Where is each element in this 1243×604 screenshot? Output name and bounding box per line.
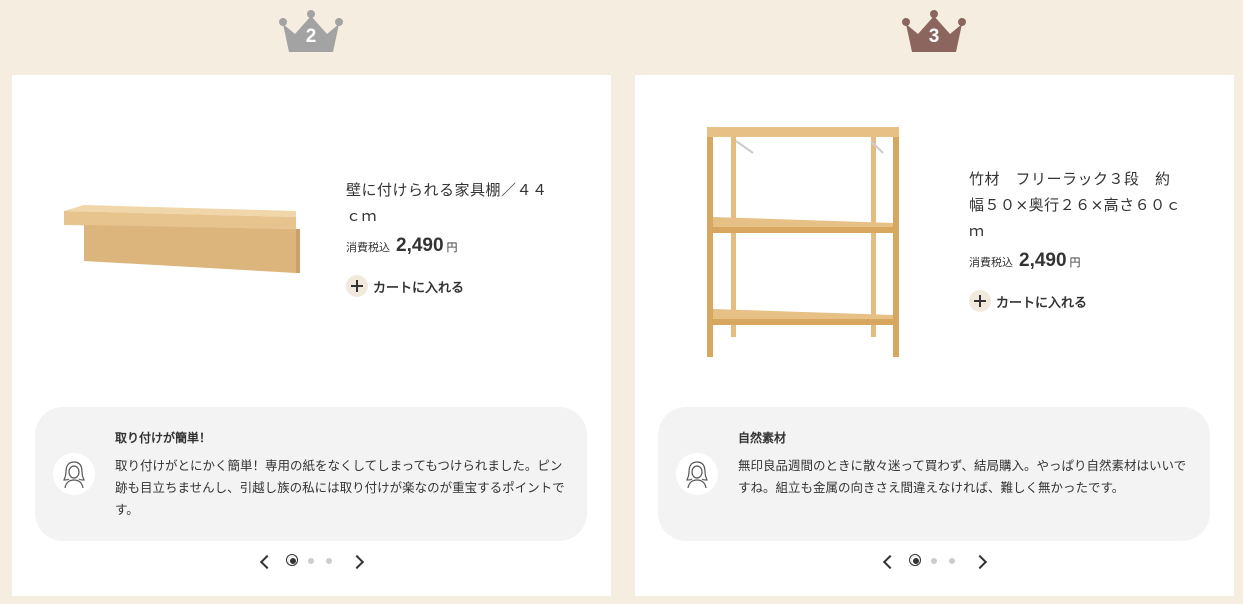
product-info: 竹材 フリーラック３段 約幅５０×奥行２６×高さ６０ｃｍ 消費税込 2,490 … <box>969 166 1184 312</box>
review-box: 取り付けが簡単！ 取り付けがとにかく簡単！専用の紙をなくしてしまってもつけられま… <box>35 407 587 541</box>
pager-dot-2[interactable] <box>931 558 937 564</box>
price: 2,490 <box>396 235 444 256</box>
pager-dot-1[interactable] <box>909 554 921 566</box>
prev-arrow-icon[interactable] <box>258 553 272 571</box>
add-to-cart-label: カートに入れる <box>373 280 465 296</box>
product-card-rank-3: 竹材 フリーラック３段 約幅５０×奥行２６×高さ６０ｃｍ 消費税込 2,490 … <box>635 75 1234 596</box>
next-arrow-icon[interactable] <box>352 553 366 571</box>
plus-icon <box>969 290 991 312</box>
product-image-wall-shelf[interactable] <box>60 203 300 279</box>
prev-arrow-icon[interactable] <box>881 553 895 571</box>
review-title: 取り付けが簡単！ <box>115 431 212 445</box>
price-row: 消費税込 2,490 円 <box>969 250 1184 272</box>
review-text: 取り付けがとにかく簡単！専用の紙をなくしてしまってもつけられました。ピン跡も目立… <box>115 458 565 517</box>
product-image-bamboo-rack[interactable] <box>703 125 903 365</box>
tax-label: 消費税込 <box>969 256 1013 269</box>
rank-number: 3 <box>928 26 940 47</box>
product-title[interactable]: 壁に付けられる家具棚／４４ｃｍ <box>346 177 561 229</box>
rank-number: 2 <box>305 26 317 47</box>
rank-2-crown: 2 <box>279 8 343 54</box>
add-to-cart-button[interactable]: カートに入れる <box>346 275 561 297</box>
currency: 円 <box>446 241 458 254</box>
reviewer-avatar-icon <box>53 453 95 495</box>
review-pager <box>12 553 611 571</box>
plus-icon <box>346 275 368 297</box>
review-title: 自然素材 <box>738 431 787 445</box>
price: 2,490 <box>1019 250 1067 271</box>
review-box: 自然素材 無印良品週間のときに散々迷って買わず、結局購入。やっぱり自然素材はいい… <box>658 407 1210 541</box>
price-row: 消費税込 2,490 円 <box>346 235 561 257</box>
review-text: 無印良品週間のときに散々迷って買わず、結局購入。やっぱり自然素材はいいですね。組… <box>738 458 1187 495</box>
pager-dot-1[interactable] <box>286 554 298 566</box>
product-info: 壁に付けられる家具棚／４４ｃｍ 消費税込 2,490 円 カートに入れる <box>346 177 561 297</box>
pager-dot-3[interactable] <box>949 558 955 564</box>
reviewer-avatar-icon <box>676 453 718 495</box>
pager-dot-2[interactable] <box>308 558 314 564</box>
rank-3-crown: 3 <box>902 8 966 54</box>
currency: 円 <box>1069 256 1081 269</box>
product-title[interactable]: 竹材 フリーラック３段 約幅５０×奥行２６×高さ６０ｃｍ <box>969 166 1184 244</box>
pager-dot-3[interactable] <box>326 558 332 564</box>
product-card-rank-2: 壁に付けられる家具棚／４４ｃｍ 消費税込 2,490 円 カートに入れる 取り付… <box>12 75 611 596</box>
add-to-cart-label: カートに入れる <box>996 295 1088 311</box>
next-arrow-icon[interactable] <box>975 553 989 571</box>
add-to-cart-button[interactable]: カートに入れる <box>969 290 1184 312</box>
tax-label: 消費税込 <box>346 241 390 254</box>
review-pager <box>635 553 1234 571</box>
